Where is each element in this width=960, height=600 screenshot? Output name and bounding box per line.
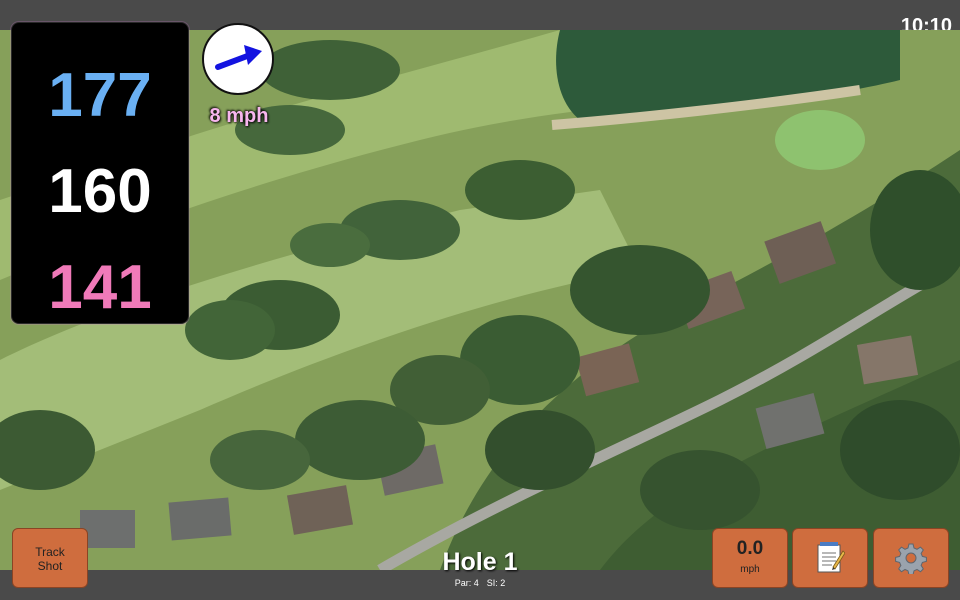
hole-par: Par: 4 <box>454 578 479 588</box>
back-distance: 177 <box>48 61 152 130</box>
arrow-up-right-icon <box>215 45 262 70</box>
hole-info: Par: 4 SI: 2 <box>380 577 580 589</box>
track-shot-label: Track Shot <box>35 545 65 573</box>
hole-si: SI: 2 <box>486 578 506 588</box>
hole-title: Hole 1 <box>442 548 518 576</box>
center-distance: 160 <box>48 157 152 226</box>
speed-value: 0.0 <box>736 538 764 559</box>
track-shot-button[interactable]: Track Shot <box>12 528 88 588</box>
wind-speed: 8 mph <box>209 105 269 127</box>
wind-indicator[interactable] <box>202 23 274 95</box>
speed-button[interactable]: 0.0 mph <box>712 528 788 588</box>
gear-icon <box>895 543 927 574</box>
speed-unit: mph <box>740 564 760 575</box>
distance-panel: 177 160 141 <box>11 22 189 324</box>
notepad-icon <box>817 542 845 573</box>
notes-button[interactable] <box>792 528 868 588</box>
front-distance: 141 <box>48 253 152 322</box>
settings-button[interactable] <box>873 528 949 588</box>
